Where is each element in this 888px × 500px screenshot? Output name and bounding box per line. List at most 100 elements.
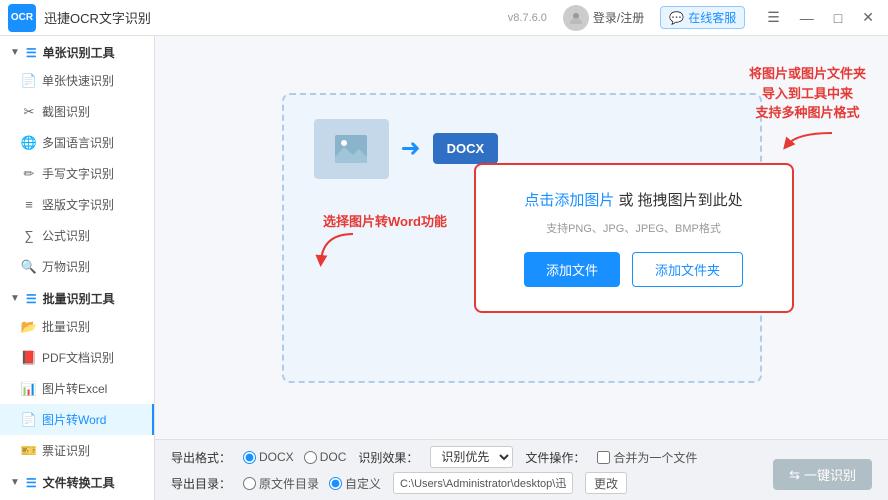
login-text[interactable]: 登录/注册 bbox=[593, 9, 644, 26]
sidebar-item-label: 批量识别 bbox=[42, 318, 90, 335]
single-quick-icon: 📄 bbox=[22, 74, 36, 88]
radio-docx-input[interactable] bbox=[243, 451, 256, 464]
radio-original[interactable]: 原文件目录 bbox=[243, 475, 319, 492]
radio-custom[interactable]: 自定义 bbox=[329, 475, 381, 492]
app-title: 迅捷OCR文字识别 bbox=[44, 8, 508, 27]
radio-custom-label: 自定义 bbox=[345, 475, 381, 492]
sidebar-item-img-excel[interactable]: 📊 图片转Excel bbox=[0, 373, 154, 404]
section3-label: 文件转换工具 bbox=[43, 474, 115, 491]
sidebar-item-batch[interactable]: 📂 批量识别 bbox=[0, 311, 154, 342]
radio-original-input[interactable] bbox=[243, 477, 256, 490]
left-arrow-svg bbox=[313, 229, 363, 269]
vertical-icon: ≡ bbox=[22, 198, 36, 212]
radio-doc-label: DOC bbox=[320, 450, 347, 464]
upload-box[interactable]: 点击添加图片 或 拖拽图片到此处 支持PNG、JPG、JPEG、BMP格式 添加… bbox=[474, 163, 794, 313]
annotation-left-text: 选择图片转Word功能 bbox=[323, 214, 447, 229]
export-format-label: 导出格式： bbox=[171, 449, 231, 466]
radio-original-label: 原文件目录 bbox=[259, 475, 319, 492]
upload-buttons: 添加文件 添加文件夹 bbox=[524, 252, 743, 287]
merge-label: 合并为一个文件 bbox=[613, 449, 697, 466]
login-button[interactable]: 登录/注册 bbox=[563, 5, 644, 31]
bottom-bar: 导出格式： DOCX DOC 识别效果： 识别优先 文件操作： bbox=[155, 439, 888, 500]
bottom-row-1: 导出格式： DOCX DOC 识别效果： 识别优先 文件操作： bbox=[171, 446, 872, 468]
sidebar-item-img-word[interactable]: 📄 图片转Word bbox=[0, 404, 154, 435]
image-icon bbox=[333, 131, 369, 167]
upload-click-text[interactable]: 点击添加图片 bbox=[524, 192, 614, 209]
radio-doc-input[interactable] bbox=[304, 451, 317, 464]
content-area: ➜ DOCX 点击添加图片 或 拖拽图片到此处 支持PNG、JPG、JPEG、B… bbox=[155, 36, 888, 500]
convert-arrow-icon: ➜ bbox=[401, 134, 421, 163]
sidebar-item-label: 票证识别 bbox=[42, 442, 90, 459]
word-icon: 📄 bbox=[22, 413, 36, 427]
close-button[interactable]: ✕ bbox=[856, 7, 880, 28]
sidebar: ▼ ☰ 单张识别工具 📄 单张快速识别 ✂ 截图识别 🌐 多国语言识别 ✏ 手写… bbox=[0, 36, 155, 500]
export-format-radios: DOCX DOC bbox=[243, 450, 346, 464]
sidebar-section-batch: ▼ ☰ 批量识别工具 📂 批量识别 📕 PDF文档识别 📊 图片转Excel 📄… bbox=[0, 282, 154, 466]
add-file-button[interactable]: 添加文件 bbox=[524, 252, 620, 287]
sidebar-item-single-quick[interactable]: 📄 单张快速识别 bbox=[0, 65, 154, 96]
radio-custom-input[interactable] bbox=[329, 477, 342, 490]
sidebar-item-label: 公式识别 bbox=[42, 227, 90, 244]
sidebar-item-ticket[interactable]: 🎫 票证识别 bbox=[0, 435, 154, 466]
sidebar-item-pdf[interactable]: 📕 PDF文档识别 bbox=[0, 342, 154, 373]
image-placeholder bbox=[314, 119, 389, 179]
minimize-button[interactable]: — bbox=[794, 8, 820, 28]
multilang-icon: 🌐 bbox=[22, 136, 36, 150]
illustration: ➜ DOCX bbox=[314, 119, 499, 179]
annotation-right-text: 将图片或图片文件夹 bbox=[749, 64, 866, 84]
sidebar-item-label: 单张快速识别 bbox=[42, 72, 114, 89]
sidebar-item-screenshot[interactable]: ✂ 截图识别 bbox=[0, 96, 154, 127]
recognize-button[interactable]: ⇆ 一键识别 bbox=[773, 459, 872, 490]
sidebar-item-img-pdf[interactable]: 🖼 图片转PDF bbox=[0, 495, 154, 500]
dropzone-area: ➜ DOCX 点击添加图片 或 拖拽图片到此处 支持PNG、JPG、JPEG、B… bbox=[155, 36, 888, 439]
sidebar-item-handwriting[interactable]: ✏ 手写文字识别 bbox=[0, 158, 154, 189]
sidebar-item-label: PDF文档识别 bbox=[42, 349, 114, 366]
annotation-right: 将图片或图片文件夹 导入到工具中来 支持多种图片格式 bbox=[749, 64, 866, 155]
output-path-input[interactable] bbox=[393, 472, 573, 494]
recognize-btn-container: ⇆ 一键识别 bbox=[773, 459, 872, 490]
excel-icon: 📊 bbox=[22, 382, 36, 396]
sidebar-item-multilang[interactable]: 🌐 多国语言识别 bbox=[0, 127, 154, 158]
radio-doc[interactable]: DOC bbox=[304, 450, 347, 464]
merge-checkbox[interactable]: 合并为一个文件 bbox=[597, 449, 697, 466]
fold-icon3: ▼ bbox=[10, 477, 20, 488]
screenshot-icon: ✂ bbox=[22, 105, 36, 119]
sidebar-section-batch-header[interactable]: ▼ ☰ 批量识别工具 bbox=[0, 282, 154, 311]
output-label: 导出目录： bbox=[171, 475, 231, 492]
maximize-button[interactable]: □ bbox=[828, 8, 848, 28]
handwriting-icon: ✏ bbox=[22, 167, 36, 181]
effect-label: 识别效果： bbox=[358, 449, 418, 466]
sidebar-item-label: 图片转Word bbox=[42, 411, 106, 428]
sidebar-item-formula[interactable]: ∑ 公式识别 bbox=[0, 220, 154, 251]
sidebar-section-convert: ▼ ☰ 文件转换工具 🖼 图片转PDF bbox=[0, 466, 154, 500]
sidebar-item-vertical[interactable]: ≡ 竖版文字识别 bbox=[0, 189, 154, 220]
sidebar-item-all[interactable]: 🔍 万物识别 bbox=[0, 251, 154, 282]
online-service-button[interactable]: 💬 在线客服 bbox=[660, 6, 745, 29]
upload-title: 点击添加图片 或 拖拽图片到此处 bbox=[524, 189, 742, 210]
annotation-left: 选择图片转Word功能 bbox=[323, 211, 447, 230]
docx-badge: DOCX bbox=[433, 133, 499, 164]
app-logo: OCR bbox=[8, 4, 36, 32]
merge-input[interactable] bbox=[597, 451, 610, 464]
fold-icon2: ▼ bbox=[10, 293, 20, 304]
add-folder-button[interactable]: 添加文件夹 bbox=[632, 252, 743, 287]
file-op-label: 文件操作： bbox=[525, 449, 585, 466]
radio-docx-label: DOCX bbox=[259, 450, 294, 464]
service-icon: 💬 bbox=[669, 11, 684, 25]
radio-docx[interactable]: DOCX bbox=[243, 450, 294, 464]
change-path-button[interactable]: 更改 bbox=[585, 472, 627, 494]
sidebar-item-label: 多国语言识别 bbox=[42, 134, 114, 151]
menu-icon[interactable]: ☰ bbox=[761, 7, 786, 28]
sidebar-section-convert-header[interactable]: ▼ ☰ 文件转换工具 bbox=[0, 466, 154, 495]
right-arrow-svg bbox=[777, 125, 837, 155]
output-radios: 原文件目录 自定义 bbox=[243, 475, 381, 492]
annotation-right-text2: 导入到工具中来 bbox=[749, 84, 866, 104]
logo-text: OCR bbox=[11, 12, 33, 23]
effect-select[interactable]: 识别优先 bbox=[430, 446, 513, 468]
service-text: 在线客服 bbox=[688, 9, 736, 26]
sidebar-section-single-header[interactable]: ▼ ☰ 单张识别工具 bbox=[0, 36, 154, 65]
section1-icon: ☰ bbox=[26, 46, 37, 60]
titlebar: OCR 迅捷OCR文字识别 v8.7.6.0 登录/注册 💬 在线客服 ☰ — … bbox=[0, 0, 888, 36]
bottom-row-2: 导出目录： 原文件目录 自定义 更改 bbox=[171, 472, 872, 494]
sidebar-item-label: 竖版文字识别 bbox=[42, 196, 114, 213]
